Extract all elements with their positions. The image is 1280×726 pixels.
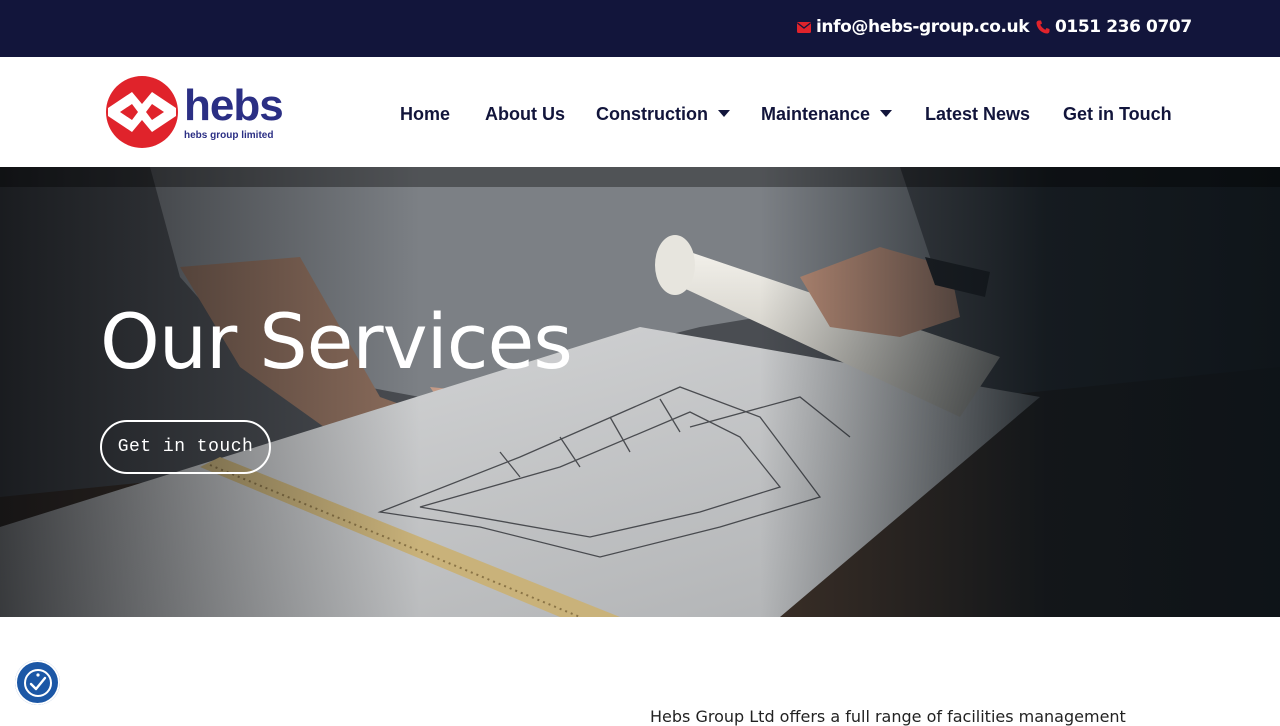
hero-banner: Our Services Get in touch <box>0 167 1280 617</box>
logo-h-mark-icon <box>106 76 178 148</box>
site-header: hebs hebs group limited Home About Us Co… <box>0 57 1280 167</box>
nav-item-about-us[interactable]: About Us <box>485 102 565 126</box>
nav-item-construction[interactable]: Construction <box>596 102 730 126</box>
services-intro-text: Hebs Group Ltd offers a full range of fa… <box>650 707 1126 726</box>
accessibility-icon <box>23 668 52 697</box>
top-contact-bar: info@hebs-group.co.uk 0151 236 0707 <box>0 0 1280 57</box>
phone-link[interactable]: 0151 236 0707 <box>1036 17 1192 37</box>
hebs-logo[interactable]: hebs hebs group limited <box>104 74 304 152</box>
email-link[interactable]: info@hebs-group.co.uk <box>797 17 1030 37</box>
nav-label: Maintenance <box>761 103 871 124</box>
hero-background-image <box>0 167 1280 617</box>
logo-subtitle: hebs group limited <box>184 130 274 141</box>
logo-wordmark: hebs <box>184 81 284 130</box>
nav-item-home[interactable]: Home <box>400 102 450 126</box>
caret-down-icon <box>880 110 893 117</box>
nav-item-latest-news[interactable]: Latest News <box>925 102 1030 126</box>
nav-label: Get in Touch <box>1063 103 1172 124</box>
nav-item-maintenance[interactable]: Maintenance <box>761 102 893 126</box>
nav-label: Home <box>400 103 451 124</box>
phone-text: 0151 236 0707 <box>1055 17 1192 37</box>
get-in-touch-button[interactable]: Get in touch <box>100 420 271 474</box>
nav-label: About Us <box>485 103 565 124</box>
accessibility-button[interactable] <box>15 660 60 705</box>
nav-item-get-in-touch[interactable]: Get in Touch <box>1063 102 1172 126</box>
caret-down-icon <box>718 110 730 117</box>
phone-icon <box>1036 20 1050 34</box>
envelope-icon <box>797 21 811 33</box>
nav-label: Latest News <box>925 103 1031 124</box>
email-text: info@hebs-group.co.uk <box>816 17 1030 37</box>
nav-label: Construction <box>596 103 708 124</box>
hero-title: Our Services <box>100 297 573 386</box>
